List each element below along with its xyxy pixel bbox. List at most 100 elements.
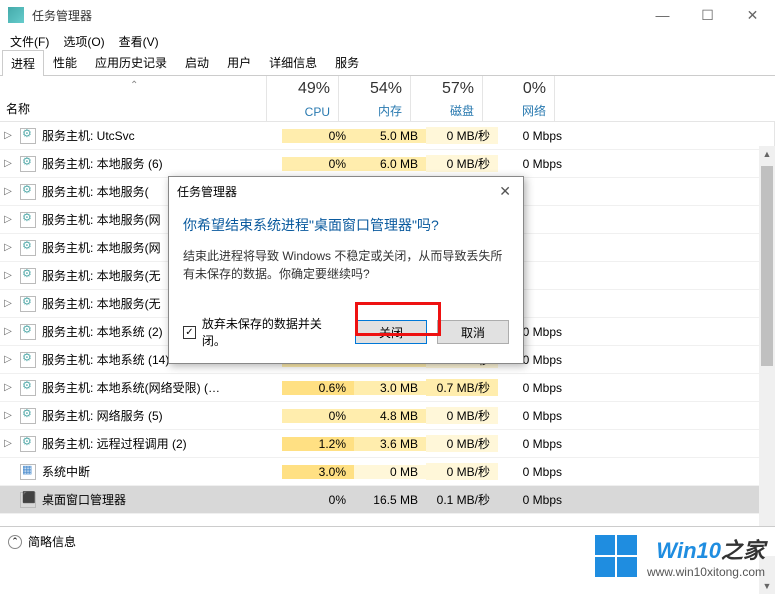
- process-icon: [20, 324, 36, 340]
- checkbox-label: 放弃未保存的数据并关闭。: [202, 315, 345, 349]
- expand-icon[interactable]: ▷: [0, 382, 16, 393]
- column-cpu[interactable]: 49% CPU: [267, 76, 339, 121]
- close-process-button[interactable]: 关闭: [355, 320, 427, 344]
- column-disk[interactable]: 57% 磁盘: [411, 76, 483, 121]
- mem-cell: 3.0 MB: [354, 381, 426, 395]
- expand-icon[interactable]: ▷: [0, 438, 16, 449]
- expand-icon[interactable]: ▷: [0, 242, 16, 253]
- process-icon: [20, 436, 36, 452]
- expand-icon[interactable]: ▷: [0, 326, 16, 337]
- cpu-cell: 3.0%: [282, 465, 354, 479]
- tab-app-history[interactable]: 应用历史记录: [86, 49, 176, 75]
- cpu-cell: 1.2%: [282, 437, 354, 451]
- net-cell: 0 Mbps: [498, 409, 570, 423]
- mem-cell: 3.6 MB: [354, 437, 426, 451]
- table-row[interactable]: ▷服务主机: 远程过程调用 (2)1.2%3.6 MB0 MB/秒0 Mbps: [0, 430, 774, 458]
- expand-icon[interactable]: ▷: [0, 214, 16, 225]
- dsk-percent: 57%: [419, 80, 474, 98]
- cpu-cell: 0.6%: [282, 381, 354, 395]
- dsk-cell: 0 MB/秒: [426, 127, 498, 144]
- tab-startup[interactable]: 启动: [176, 49, 218, 75]
- process-name: 服务主机: 网络服务 (5): [40, 407, 282, 424]
- scrollbar-thumb[interactable]: [761, 166, 773, 366]
- close-button[interactable]: ✕: [730, 0, 775, 30]
- dsk-cell: 0.7 MB/秒: [426, 379, 498, 396]
- expand-icon[interactable]: ▷: [0, 186, 16, 197]
- mem-cell: 5.0 MB: [354, 129, 426, 143]
- tab-users[interactable]: 用户: [218, 49, 260, 75]
- net-cell: 0 Mbps: [498, 437, 570, 451]
- process-name: 服务主机: 远程过程调用 (2): [40, 435, 282, 452]
- watermark-brand: Win10之家: [647, 533, 765, 565]
- net-cell: 0 Mbps: [498, 465, 570, 479]
- mem-cell: 6.0 MB: [354, 157, 426, 171]
- process-name: 服务主机: 本地服务 (6): [40, 155, 282, 172]
- window-title: 任务管理器: [32, 7, 640, 24]
- process-name: 服务主机: 本地系统(网络受限) (…: [40, 379, 282, 396]
- net-cell: 0 Mbps: [498, 157, 570, 171]
- tab-details[interactable]: 详细信息: [260, 49, 326, 75]
- maximize-button[interactable]: ☐: [685, 0, 730, 30]
- scroll-up-icon[interactable]: ▲: [759, 146, 775, 162]
- dsk-label: 磁盘: [419, 102, 474, 119]
- cpu-percent: 49%: [275, 80, 330, 98]
- column-memory[interactable]: 54% 内存: [339, 76, 411, 121]
- process-name: 系统中断: [40, 463, 282, 480]
- watermark-url: www.win10xitong.com: [647, 565, 765, 579]
- expand-icon[interactable]: ▷: [0, 354, 16, 365]
- checkbox-icon: ✓: [183, 326, 196, 339]
- dsk-cell: 0 MB/秒: [426, 407, 498, 424]
- minimize-button[interactable]: —: [640, 0, 685, 30]
- tab-services[interactable]: 服务: [326, 49, 368, 75]
- fewer-details-icon[interactable]: ⌃: [8, 535, 22, 549]
- process-icon: [20, 492, 36, 508]
- mem-cell: 16.5 MB: [354, 493, 426, 507]
- dialog-close-icon[interactable]: ✕: [495, 183, 515, 200]
- expand-icon[interactable]: ▷: [0, 270, 16, 281]
- tabs: 进程 性能 应用历史记录 启动 用户 详细信息 服务: [0, 52, 775, 76]
- mem-cell: 0 MB: [354, 465, 426, 479]
- table-row[interactable]: 桌面窗口管理器0%16.5 MB0.1 MB/秒0 Mbps: [0, 486, 774, 514]
- column-name-label: 名称: [6, 100, 30, 117]
- dialog-titlebar: 任务管理器 ✕: [169, 177, 523, 205]
- process-icon: [20, 128, 36, 144]
- process-icon: [20, 184, 36, 200]
- process-icon: [20, 212, 36, 228]
- process-icon: [20, 464, 36, 480]
- expand-icon[interactable]: ▷: [0, 298, 16, 309]
- titlebar: 任务管理器 — ☐ ✕: [0, 0, 775, 30]
- expand-icon[interactable]: ▷: [0, 410, 16, 421]
- cpu-cell: 0%: [282, 493, 354, 507]
- mem-percent: 54%: [347, 80, 402, 98]
- discard-checkbox[interactable]: ✓ 放弃未保存的数据并关闭。: [183, 315, 345, 349]
- table-row[interactable]: ▷服务主机: UtcSvc0%5.0 MB0 MB/秒0 Mbps: [0, 122, 774, 150]
- expand-icon[interactable]: ▷: [0, 158, 16, 169]
- dsk-cell: 0.1 MB/秒: [426, 491, 498, 508]
- table-row[interactable]: ▷服务主机: 本地系统(网络受限) (…0.6%3.0 MB0.7 MB/秒0 …: [0, 374, 774, 402]
- confirm-dialog: 任务管理器 ✕ 你希望结束系统进程"桌面窗口管理器"吗? 结束此进程将导致 Wi…: [168, 176, 524, 364]
- column-name[interactable]: 名称 ⌃: [0, 76, 267, 121]
- windows-logo-icon: [595, 535, 637, 577]
- expand-icon[interactable]: ▷: [0, 130, 16, 141]
- table-row[interactable]: 系统中断3.0%0 MB0 MB/秒0 Mbps: [0, 458, 774, 486]
- net-cell: 0 Mbps: [498, 129, 570, 143]
- table-row[interactable]: ▷服务主机: 本地服务 (6)0%6.0 MB0 MB/秒0 Mbps: [0, 150, 774, 178]
- scroll-down-icon[interactable]: ▼: [759, 578, 775, 594]
- cpu-cell: 0%: [282, 409, 354, 423]
- net-cell: 0 Mbps: [498, 493, 570, 507]
- process-icon: [20, 268, 36, 284]
- cancel-button[interactable]: 取消: [437, 320, 509, 344]
- process-name: 服务主机: UtcSvc: [40, 127, 282, 144]
- cpu-label: CPU: [275, 105, 330, 119]
- table-row[interactable]: ▷ 服务主机: 网络服务 (5)0%4.8 MB0 MB/秒0 Mbps: [0, 402, 774, 430]
- mem-cell: 4.8 MB: [354, 409, 426, 423]
- dsk-cell: 0 MB/秒: [426, 463, 498, 480]
- tab-processes[interactable]: 进程: [2, 50, 44, 76]
- process-icon: [20, 352, 36, 368]
- tab-performance[interactable]: 性能: [44, 49, 86, 75]
- fewer-details-label[interactable]: 简略信息: [28, 533, 76, 550]
- net-percent: 0%: [491, 80, 546, 98]
- dialog-message: 结束此进程将导致 Windows 不稳定或关闭，从而导致丢失所有未保存的数据。你…: [183, 247, 509, 283]
- watermark: Win10之家 www.win10xitong.com: [595, 533, 765, 579]
- column-network[interactable]: 0% 网络: [483, 76, 555, 121]
